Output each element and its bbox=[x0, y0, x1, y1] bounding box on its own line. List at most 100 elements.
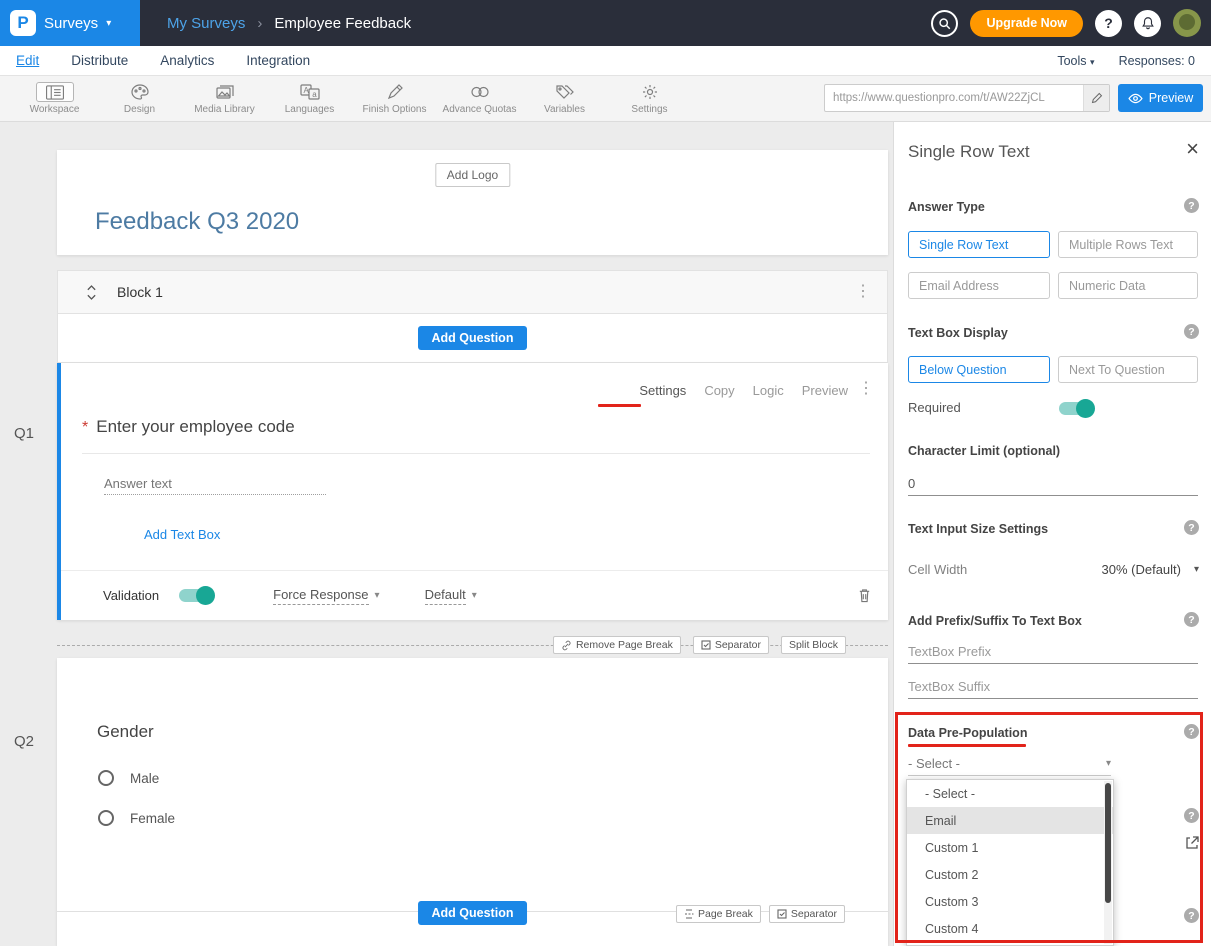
trash-icon[interactable] bbox=[857, 587, 872, 604]
help-icon[interactable]: ? bbox=[1184, 908, 1199, 923]
help-icon[interactable]: ? bbox=[1184, 324, 1199, 339]
dropdown-option-select[interactable]: - Select - bbox=[907, 780, 1113, 807]
help-icon[interactable]: ? bbox=[1184, 612, 1199, 627]
tab-edit[interactable]: Edit bbox=[16, 53, 39, 68]
remove-page-break-button[interactable]: Remove Page Break bbox=[553, 636, 681, 654]
kebab-menu-icon[interactable]: ⋮ bbox=[855, 284, 871, 300]
avatar[interactable] bbox=[1173, 9, 1201, 37]
svg-text:a: a bbox=[312, 90, 317, 99]
question-action-logic[interactable]: Logic bbox=[753, 383, 784, 398]
pencil-icon[interactable] bbox=[1083, 85, 1109, 111]
textbox-prefix-input[interactable] bbox=[908, 640, 1198, 664]
cell-width-value[interactable]: 30% (Default) bbox=[1102, 562, 1181, 577]
add-logo-button[interactable]: Add Logo bbox=[435, 163, 510, 187]
chevron-down-icon: ▾ bbox=[472, 590, 477, 601]
block-name[interactable]: Block 1 bbox=[117, 284, 163, 300]
toolbar-item-languages[interactable]: Aa Languages bbox=[267, 82, 352, 115]
tools-menu[interactable]: Tools ▾ bbox=[1057, 54, 1094, 68]
radio-option-female[interactable]: Female bbox=[98, 810, 175, 826]
add-question-button[interactable]: Add Question bbox=[418, 901, 528, 925]
help-icon[interactable]: ? bbox=[1184, 808, 1199, 823]
design-icon bbox=[131, 82, 149, 102]
question-action-copy[interactable]: Copy bbox=[704, 383, 734, 398]
separator-button[interactable]: Separator bbox=[693, 636, 769, 654]
external-link-icon[interactable] bbox=[1185, 836, 1199, 850]
answer-type-multiple-rows[interactable]: Multiple Rows Text bbox=[1058, 231, 1198, 258]
breadcrumb: My Surveys › Employee Feedback bbox=[167, 15, 411, 32]
separator-button[interactable]: Separator bbox=[769, 905, 845, 923]
chevron-down-icon: ▾ bbox=[1106, 758, 1111, 769]
upgrade-now-button[interactable]: Upgrade Now bbox=[970, 10, 1083, 37]
nav-right: Tools ▾ Responses: 0 bbox=[1057, 54, 1195, 68]
kebab-menu-icon[interactable]: ⋮ bbox=[858, 381, 874, 397]
required-toggle[interactable] bbox=[1059, 402, 1093, 415]
data-prepopulation-dropdown: - Select - Email Custom 1 Custom 2 Custo… bbox=[906, 779, 1114, 946]
survey-url-input[interactable] bbox=[825, 92, 1083, 104]
preview-button[interactable]: Preview bbox=[1118, 84, 1203, 112]
question-number-q2: Q2 bbox=[14, 733, 34, 750]
question-text-row[interactable]: * Enter your employee code bbox=[82, 417, 870, 454]
answer-type-single-row[interactable]: Single Row Text bbox=[908, 231, 1050, 258]
help-icon[interactable]: ? bbox=[1184, 724, 1199, 739]
toolbar-item-media-library[interactable]: Media Library bbox=[182, 82, 267, 115]
toolbar-item-workspace[interactable]: Workspace bbox=[12, 82, 97, 115]
question-action-settings[interactable]: Settings bbox=[639, 383, 686, 398]
answer-type-email-address[interactable]: Email Address bbox=[908, 272, 1050, 299]
toolbar-item-settings[interactable]: Settings bbox=[607, 82, 692, 115]
data-prepopulation-select[interactable]: - Select - ▾ bbox=[908, 752, 1111, 776]
toolbar-item-design[interactable]: Design bbox=[97, 82, 182, 115]
breadcrumb-my-surveys[interactable]: My Surveys bbox=[167, 15, 245, 32]
toolbar-item-advance-quotas[interactable]: Advance Quotas bbox=[437, 82, 522, 115]
help-icon[interactable]: ? bbox=[1095, 10, 1122, 37]
answer-type-numeric-data[interactable]: Numeric Data bbox=[1058, 272, 1198, 299]
collapse-block-icon[interactable] bbox=[86, 285, 97, 300]
force-response-select[interactable]: Force Response bbox=[273, 587, 368, 605]
character-limit-input[interactable] bbox=[908, 472, 1198, 496]
scrollbar-thumb[interactable] bbox=[1105, 783, 1111, 903]
question-action-preview[interactable]: Preview bbox=[802, 383, 848, 398]
tab-distribute[interactable]: Distribute bbox=[71, 53, 128, 68]
dropdown-option-custom3[interactable]: Custom 3 bbox=[907, 888, 1113, 915]
workspace-icon bbox=[36, 82, 74, 102]
display-below-question[interactable]: Below Question bbox=[908, 356, 1050, 383]
dropdown-option-custom1[interactable]: Custom 1 bbox=[907, 834, 1113, 861]
tab-analytics[interactable]: Analytics bbox=[160, 53, 214, 68]
search-icon[interactable] bbox=[931, 10, 958, 37]
display-next-to-question[interactable]: Next To Question bbox=[1058, 356, 1198, 383]
toolbar-item-variables[interactable]: Variables bbox=[522, 82, 607, 115]
responses-count[interactable]: Responses: 0 bbox=[1119, 54, 1195, 68]
close-icon[interactable]: × bbox=[1186, 138, 1199, 160]
topbar-actions: Upgrade Now ? bbox=[931, 9, 1211, 37]
question-text[interactable]: Gender bbox=[97, 722, 154, 742]
page-break-button[interactable]: Page Break bbox=[676, 905, 761, 923]
toolbar-item-finish-options[interactable]: Finish Options bbox=[352, 82, 437, 115]
question-card-q1: Settings Copy Logic Preview ⋮ * Enter yo… bbox=[57, 363, 888, 620]
default-validation-select[interactable]: Default bbox=[425, 587, 466, 605]
survey-title[interactable]: Feedback Q3 2020 bbox=[95, 208, 299, 236]
chevron-down-icon[interactable]: ▾ bbox=[1194, 564, 1199, 575]
answer-text-input[interactable] bbox=[104, 473, 326, 495]
dropdown-option-custom4[interactable]: Custom 4 bbox=[907, 915, 1113, 942]
tab-integration[interactable]: Integration bbox=[246, 53, 310, 68]
dropdown-scrollbar[interactable] bbox=[1104, 781, 1112, 944]
separator-label: Separator bbox=[791, 908, 837, 920]
help-icon[interactable]: ? bbox=[1184, 198, 1199, 213]
textbox-suffix-input[interactable] bbox=[908, 675, 1198, 699]
topbar: P Surveys ▾ My Surveys › Employee Feedba… bbox=[0, 0, 1211, 46]
radio-option-male[interactable]: Male bbox=[98, 770, 159, 786]
question-text: Enter your employee code bbox=[96, 417, 294, 437]
dropdown-option-custom2[interactable]: Custom 2 bbox=[907, 861, 1113, 888]
split-block-button[interactable]: Split Block bbox=[781, 636, 846, 654]
add-question-button[interactable]: Add Question bbox=[418, 326, 528, 350]
text-input-size-label: Text Input Size Settings bbox=[908, 522, 1048, 536]
preview-label: Preview bbox=[1149, 91, 1193, 105]
settings-gear-icon bbox=[642, 82, 658, 102]
dropdown-option-email[interactable]: Email bbox=[907, 807, 1113, 834]
question-actions: Settings Copy Logic Preview bbox=[639, 383, 848, 398]
validation-toggle[interactable] bbox=[179, 589, 213, 602]
help-icon[interactable]: ? bbox=[1184, 520, 1199, 535]
bell-icon[interactable] bbox=[1134, 10, 1161, 37]
add-text-box-link[interactable]: Add Text Box bbox=[144, 527, 220, 542]
required-label: Required bbox=[908, 400, 961, 415]
product-switcher[interactable]: P Surveys ▾ bbox=[0, 0, 140, 46]
